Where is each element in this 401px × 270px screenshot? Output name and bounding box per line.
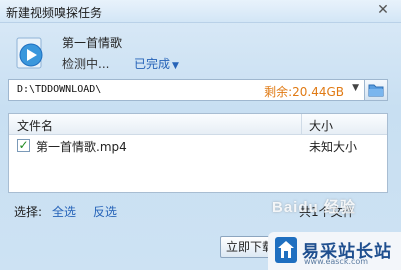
window-title: 新建视频嗅探任务 (6, 6, 103, 20)
site-url: www.easck.com (304, 257, 369, 266)
chevron-down-icon[interactable]: ▼ (352, 83, 359, 93)
video-name: 第一首情歌 (62, 36, 123, 50)
save-path-value: D:\TDDOWNLOAD\ (17, 84, 102, 95)
column-header-size[interactable]: 大小 (309, 117, 333, 134)
list-item[interactable]: ✓ 第一首情歌.mp4 未知大小 (9, 136, 387, 156)
baidu-watermark: Baidu 经验 (272, 199, 356, 216)
status-dropdown-label: 已完成 (134, 57, 171, 71)
free-space-label: 剩余:20.44GB (264, 85, 344, 99)
site-logo-icon (275, 237, 297, 263)
select-label: 选择: (14, 205, 43, 219)
save-path-input[interactable]: D:\TDDOWNLOAD\ 剩余:20.44GB ▼ (8, 79, 365, 101)
invert-selection-link[interactable]: 反选 (93, 203, 117, 220)
status-dropdown[interactable]: 已完成 ▼ (134, 55, 179, 72)
column-header-name[interactable]: 文件名 (17, 117, 53, 134)
sniff-task-dialog: 新建视频嗅探任务 ✕ 第一首情歌 检测中... 已完成 ▼ D:\TDDOWNLO… (0, 0, 401, 270)
file-list: 文件名 大小 ✓ 第一首情歌.mp4 未知大小 (8, 113, 388, 193)
file-name: 第一首情歌.mp4 (36, 140, 127, 154)
video-play-icon (16, 37, 43, 69)
select-all-link[interactable]: 全选 (52, 203, 76, 220)
column-divider (301, 114, 302, 134)
title-bar: 新建视频嗅探任务 ✕ (0, 0, 401, 23)
folder-icon (368, 84, 384, 97)
browse-folder-button[interactable] (364, 79, 388, 101)
file-size: 未知大小 (309, 140, 358, 154)
close-button[interactable]: ✕ (369, 1, 397, 19)
file-list-header: 文件名 大小 (9, 114, 387, 135)
site-logo-watermark: 易采站长站 www.easck.com (268, 232, 401, 270)
detect-status: 检测中... (62, 57, 110, 71)
chevron-down-icon: ▼ (172, 61, 179, 71)
file-checkbox[interactable]: ✓ (17, 139, 30, 152)
